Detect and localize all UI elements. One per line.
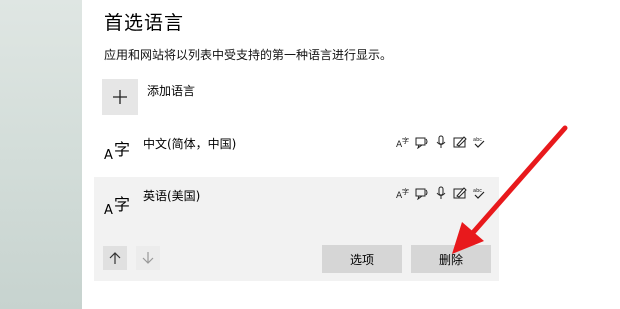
- plus-icon: [113, 90, 127, 104]
- move-up-button[interactable]: [103, 246, 127, 270]
- svg-text:字: 字: [402, 136, 409, 145]
- add-language-button[interactable]: [102, 79, 138, 115]
- language-features: A字 abc: [395, 134, 487, 150]
- language-name: 英语(美国): [143, 189, 201, 203]
- display-language-icon: A字: [395, 185, 411, 201]
- language-item-chinese[interactable]: A 字 中文(简体，中国) A字 abc: [94, 124, 499, 174]
- language-item-english[interactable]: A 字 英语(美国) A字 abc 选项 删除: [94, 177, 499, 281]
- page-description: 应用和网站将以列表中受支持的第一种语言进行显示。: [104, 48, 393, 62]
- language-glyph-icon: A 字: [104, 140, 131, 163]
- move-down-button[interactable]: [136, 246, 160, 270]
- spell-check-icon: abc: [471, 185, 487, 201]
- speech-recognition-icon: [433, 185, 449, 201]
- text-to-speech-icon: [414, 185, 430, 201]
- handwriting-icon: [452, 185, 468, 201]
- options-button[interactable]: 选项: [322, 245, 402, 273]
- language-features: A字 abc: [395, 185, 487, 201]
- svg-text:abc: abc: [473, 188, 482, 194]
- svg-text:字: 字: [402, 187, 409, 196]
- add-language-label[interactable]: 添加语言: [147, 82, 195, 99]
- background-window: [0, 0, 82, 309]
- language-glyph-icon: A 字: [104, 195, 131, 218]
- arrow-down-icon: [142, 252, 154, 264]
- spell-check-icon: abc: [471, 134, 487, 150]
- arrow-up-icon: [109, 252, 121, 264]
- page-title: 首选语言: [104, 12, 185, 34]
- language-name: 中文(简体，中国): [143, 137, 237, 151]
- handwriting-icon: [452, 134, 468, 150]
- text-to-speech-icon: [414, 134, 430, 150]
- display-language-icon: A字: [395, 134, 411, 150]
- svg-text:abc: abc: [473, 137, 482, 143]
- remove-button[interactable]: 删除: [411, 245, 491, 273]
- speech-recognition-icon: [433, 134, 449, 150]
